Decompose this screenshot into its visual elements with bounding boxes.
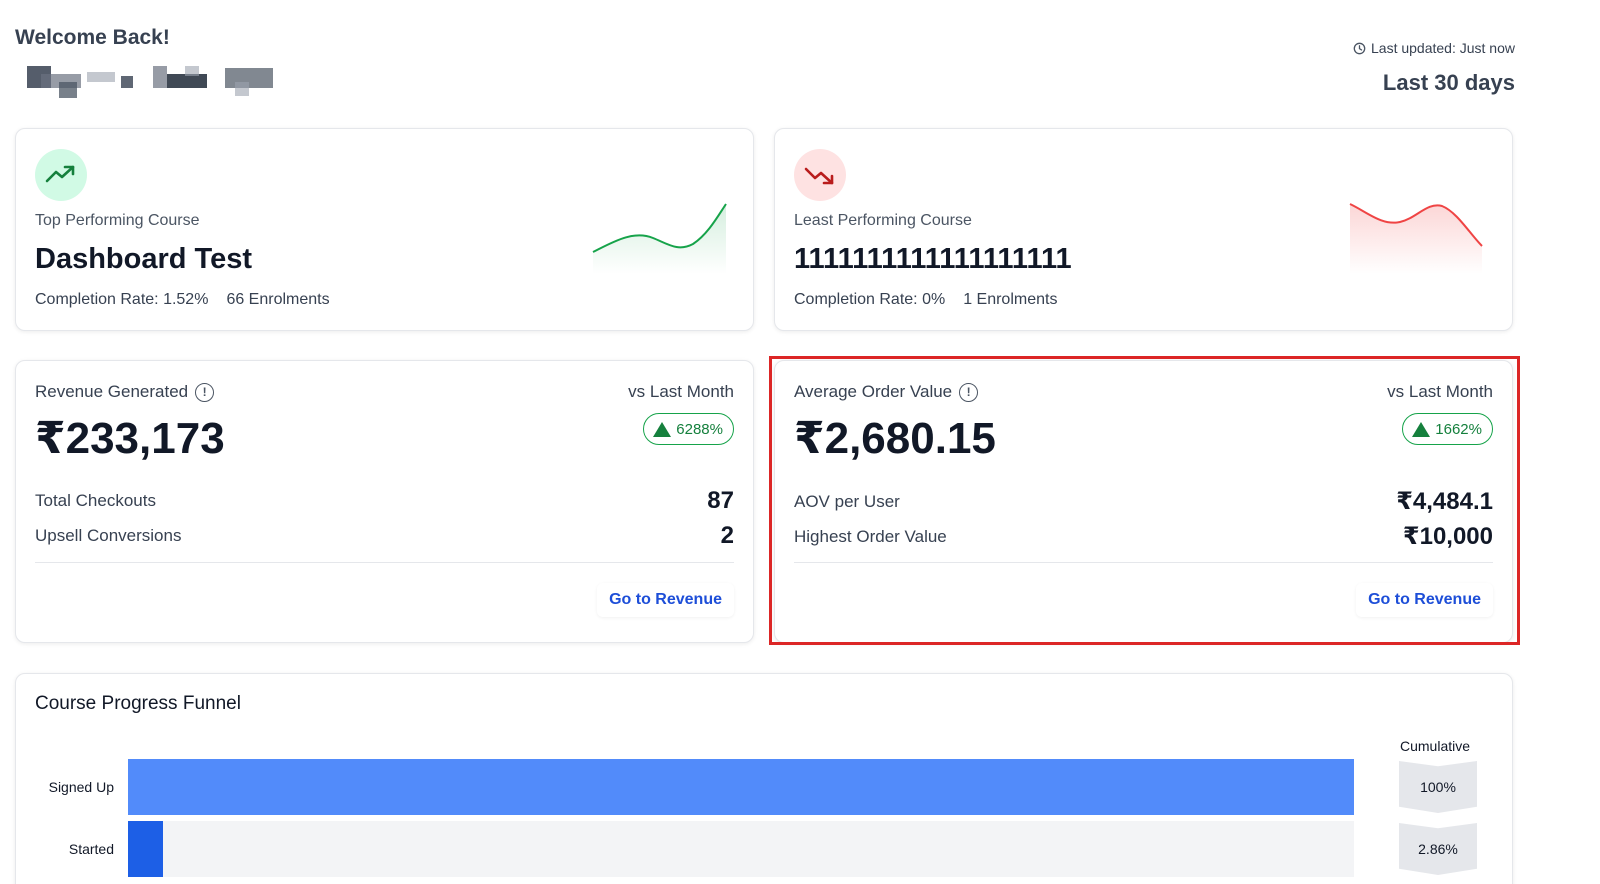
metric-label: Revenue Generated !	[35, 382, 215, 402]
triangle-up-icon	[1412, 421, 1431, 437]
funnel-title: Course Progress Funnel	[35, 693, 241, 714]
trending-down-icon	[794, 149, 846, 201]
metric-row-key: AOV per User	[794, 491, 900, 511]
metric-row-key: Total Checkouts	[35, 491, 156, 510]
funnel-bar-started[interactable]	[128, 821, 164, 877]
welcome-title: Welcome Back!	[15, 26, 170, 49]
funnel-bar-signed-up[interactable]	[128, 759, 1354, 815]
course-stats: Completion Rate: 0% 1 Enrolments	[794, 291, 1057, 309]
funnel-stage-label: Signed Up	[48, 779, 114, 795]
last-updated: Last updated: Just now	[1353, 40, 1515, 56]
change-badge: 6288%	[643, 413, 734, 445]
course-progress-funnel-card: Course Progress Funnel Cumulative Signed…	[15, 673, 1513, 884]
top-performing-course-card[interactable]: Top Performing Course Dashboard Test Com…	[15, 128, 754, 331]
go-to-revenue-link[interactable]: Go to Revenue	[597, 583, 734, 617]
completion-rate: Completion Rate: 1.52%	[35, 291, 209, 308]
least-performing-course-card[interactable]: Least Performing Course 1111111111111111…	[774, 128, 1513, 331]
info-icon[interactable]: !	[195, 382, 215, 402]
metric-row: AOV per User ₹4,484.1	[794, 487, 1493, 516]
completion-rate: Completion Rate: 0%	[794, 291, 946, 308]
metric-label: Average Order Value !	[794, 382, 979, 402]
last-updated-text: Last updated: Just now	[1371, 40, 1515, 56]
metric-row-value: 87	[707, 487, 734, 514]
course-stats: Completion Rate: 1.52% 66 Enrolments	[35, 291, 330, 309]
metric-row-value: 2	[720, 522, 734, 549]
funnel-track	[128, 821, 1354, 877]
enrolments-count: 66 Enrolments	[226, 291, 330, 308]
enrolments-count: 1 Enrolments	[963, 291, 1058, 308]
metric-row: Upsell Conversions 2	[35, 522, 734, 550]
course-label: Least Performing Course	[794, 212, 972, 229]
vs-last-month: vs Last Month	[1387, 382, 1493, 401]
clock-icon	[1353, 42, 1366, 54]
least-course-sparkline	[1349, 203, 1483, 274]
metric-row: Total Checkouts 87	[35, 487, 734, 515]
info-icon[interactable]: !	[959, 382, 979, 402]
go-to-revenue-link[interactable]: Go to Revenue	[1356, 583, 1493, 617]
change-value: 1662%	[1435, 420, 1482, 438]
date-range-label[interactable]: Last 30 days	[1383, 70, 1515, 96]
course-label: Top Performing Course	[35, 212, 200, 229]
change-value: 6288%	[676, 420, 723, 438]
course-name: Dashboard Test	[35, 243, 253, 275]
vs-last-month: vs Last Month	[628, 382, 734, 401]
divider	[35, 562, 734, 563]
cumulative-header: Cumulative	[1400, 738, 1471, 754]
metric-row-value: ₹4,484.1	[1396, 488, 1493, 515]
cumulative-pill: 2.86%	[1399, 823, 1477, 875]
metric-row-key: Upsell Conversions	[35, 526, 182, 545]
metric-value: ₹233,173	[35, 414, 225, 463]
change-badge: 1662%	[1402, 413, 1493, 445]
trending-up-icon	[35, 149, 87, 201]
dashboard-header: Welcome Back! Last updated: Just now Las…	[15, 26, 1515, 106]
metric-row-key: Highest Order Value	[794, 526, 947, 546]
metric-label-text: Revenue Generated	[35, 382, 189, 401]
metric-value: ₹2,680.15	[794, 414, 996, 463]
funnel-stage-label: Started	[68, 841, 114, 857]
username-redacted	[25, 64, 281, 98]
top-course-sparkline	[592, 203, 727, 274]
metric-row-value: ₹10,000	[1402, 523, 1493, 550]
triangle-up-icon	[653, 421, 672, 437]
cumulative-pill: 100%	[1399, 761, 1477, 813]
funnel-track	[128, 759, 1354, 815]
revenue-generated-card: Revenue Generated ! vs Last Month 6288% …	[15, 360, 754, 643]
metric-label-text: Average Order Value	[794, 382, 953, 401]
course-name: 1111111111111111111	[794, 243, 1072, 275]
metric-row: Highest Order Value ₹10,000	[794, 522, 1493, 551]
divider	[794, 562, 1493, 563]
average-order-value-card: Average Order Value ! vs Last Month 1662…	[774, 360, 1513, 643]
